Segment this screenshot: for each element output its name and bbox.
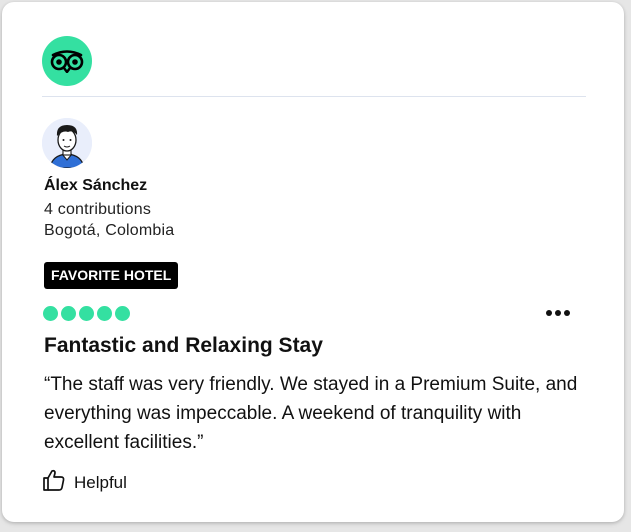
- helpful-label: Helpful: [74, 472, 127, 492]
- reviewer-location: Bogotá, Colombia: [44, 222, 175, 239]
- thumbs-up-icon: [42, 468, 66, 497]
- rating-bubble: [61, 306, 76, 321]
- rating-bubble: [115, 306, 130, 321]
- header-divider: [42, 96, 586, 97]
- reviewer-name[interactable]: Álex Sánchez: [44, 177, 147, 195]
- review-title: Fantastic and Relaxing Stay: [44, 334, 323, 357]
- tripadvisor-owl-icon: [42, 36, 92, 86]
- rating-bubble: [79, 306, 94, 321]
- rating-bubbles: [43, 306, 130, 321]
- favorite-hotel-badge: FAVORITE HOTEL: [44, 262, 179, 289]
- user-avatar-icon[interactable]: [42, 118, 92, 168]
- rating-bubble: [97, 306, 112, 321]
- helpful-button[interactable]: Helpful: [42, 468, 127, 497]
- review-text: “The staff was very friendly. We stayed …: [44, 374, 578, 453]
- review-card: Álex Sánchez 4 contributions Bogotá, Col…: [2, 2, 624, 522]
- reviewer-contributions: 4 contributions: [44, 201, 152, 218]
- more-options-icon[interactable]: [542, 302, 574, 324]
- rating-bubble: [43, 306, 58, 321]
